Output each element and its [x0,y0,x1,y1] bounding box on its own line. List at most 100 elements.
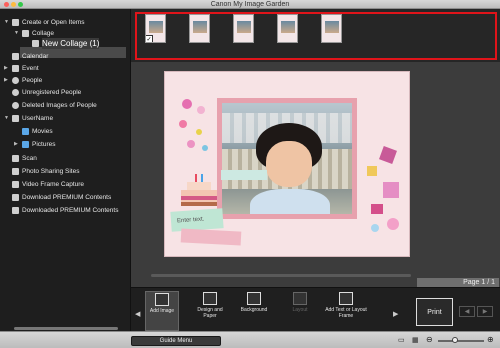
scan-icon [12,155,19,162]
selection-checkbox[interactable]: ✓ [146,35,153,42]
tool-button-2[interactable]: Background [237,291,271,331]
folder-icon [22,128,29,135]
print-button[interactable]: Print [416,298,453,326]
sidebar-item-5[interactable]: ▶ People [0,75,131,86]
guide-menu-button[interactable]: Guide Menu [131,336,221,346]
next-page-button[interactable]: ▶ [477,306,493,317]
sidebar-item-12[interactable]: Photo Sharing Sites [0,166,131,177]
download-icon [12,194,19,201]
thumbnail-image [193,21,207,33]
canvas-scrollbar[interactable] [151,274,411,277]
title-bar: Canon My Image Garden [0,0,500,9]
filmstrip-thumbnail[interactable] [233,14,254,43]
prev-page-button[interactable]: ◀ [459,306,475,317]
sidebar-item-label: Photo Sharing Sites [22,168,80,175]
collage-icon [22,30,29,37]
zoom-slider-knob[interactable] [452,337,458,343]
sharing-icon [12,168,19,175]
sidebar-item-label: Scan [22,155,37,162]
tool-button-4[interactable]: Add Text or Layout Frame [323,291,369,331]
status-bar: Guide Menu ▭ ▦ ⊖ ⊕ [0,331,500,348]
thumbnail-image [237,21,251,33]
sidebar-item-11[interactable]: Scan [0,153,131,164]
add-image-icon [155,293,169,306]
toolbar-scroll-left-icon[interactable]: ◀ [135,310,140,318]
tool-label: Design and Paper [197,307,223,319]
tool-label: Background [240,307,268,313]
gift-decoration-right [367,146,399,232]
filmstrip-thumbnail[interactable] [321,14,342,43]
event-icon [12,65,19,72]
sidebar-item-4[interactable]: ▶ Event [0,63,131,74]
sidebar-item-8[interactable]: ▼ UserName [0,113,131,124]
zoom-in-icon[interactable]: ⊕ [487,335,494,344]
sidebar-item-label: Video Frame Capture [22,181,85,188]
photo-subject-shirt [250,189,330,214]
sidebar-item-label: Calendar [22,53,49,60]
sidebar-item-2[interactable]: New Collage (1) [0,38,131,49]
filmstrip-thumbnail[interactable]: ✓ [145,14,166,43]
thumbnail-view-icon[interactable]: ▦ [412,336,419,344]
sidebar-item-label: Event [22,65,39,72]
downloaded-icon [12,207,19,214]
expanded-arrow-icon[interactable]: ▼ [4,17,9,28]
view-toggle-icon[interactable]: ▭ [398,336,405,344]
calendar-icon [12,53,19,60]
bottom-toolbar: ◀ Add Image Design and Paper Background Lay… [131,287,500,331]
tool-label: Add Text or Layout Frame [325,307,367,319]
sidebar-item-7[interactable]: Deleted Images of People [0,100,131,111]
sidebar-item-label: New Collage (1) [42,38,100,49]
sidebar-item-label: Unregistered People [22,89,82,96]
collage-page[interactable]: Enter text. [165,72,409,256]
photo-subject-face [266,141,312,187]
thumbnail-image [149,21,163,33]
filmstrip-thumbnail[interactable] [189,14,210,43]
unregistered-people-icon [12,89,19,96]
sidebar-item-13[interactable]: Video Frame Capture [0,179,131,190]
sidebar-item-6[interactable]: Unregistered People [0,87,131,98]
sticky-note-text[interactable]: Enter text. [170,208,224,232]
edit-canvas: Enter text. Page 1 / 1 [131,62,500,287]
toolbar-scroll-right-icon[interactable]: ▶ [393,310,398,318]
filmstrip-thumbnail[interactable] [277,14,298,43]
paper-tape-decoration [180,228,242,246]
sidebar-item-0[interactable]: ▼ Create or Open Items [0,17,131,28]
cake-decoration [181,174,217,206]
add-text-icon [339,292,353,305]
tool-button-1[interactable]: Design and Paper [193,291,227,331]
sidebar-item-label: Movies [32,128,53,135]
background-icon [247,292,261,305]
sidebar-scrollbar[interactable] [14,327,118,330]
tool-label: Add Image [149,308,175,314]
sidebar-item-3[interactable]: Calendar [0,51,131,62]
photo-frame[interactable] [217,98,357,219]
flower-decoration-left [179,99,208,151]
expanded-arrow-icon[interactable]: ▼ [4,113,9,124]
sidebar-item-15[interactable]: Downloaded PREMIUM Contents [0,205,131,216]
sidebar-item-label: Create or Open Items [22,19,85,26]
sidebar-item-10[interactable]: ▶ Pictures [0,139,131,150]
collapsed-arrow-icon[interactable]: ▶ [14,139,18,150]
sidebar-item-label: Download PREMIUM Contents [22,194,112,201]
sidebar-item-14[interactable]: Download PREMIUM Contents [0,192,131,203]
computer-icon [12,115,19,122]
sidebar-item-9[interactable]: Movies [0,126,131,137]
thumbnail-image [325,21,339,33]
collage-doc-icon [32,40,39,47]
page-indicator: Page 1 / 1 [417,278,499,287]
design-paper-icon [203,292,217,305]
zoom-slider[interactable] [438,340,484,342]
tool-button-3: Layout [283,291,317,331]
tool-label: Layout [292,307,308,313]
window-title: Canon My Image Garden [210,1,290,8]
layout-icon [293,292,307,305]
deleted-people-icon [12,102,19,109]
sidebar-item-label: UserName [22,115,54,122]
collapsed-arrow-icon[interactable]: ▶ [4,75,8,86]
thumbnail-image [281,21,295,33]
zoom-out-icon[interactable]: ⊖ [426,335,433,344]
people-icon [12,77,19,84]
sidebar-item-label: People [22,77,43,84]
tool-button-0[interactable]: Add Image [145,291,179,331]
collapsed-arrow-icon[interactable]: ▶ [4,63,8,74]
